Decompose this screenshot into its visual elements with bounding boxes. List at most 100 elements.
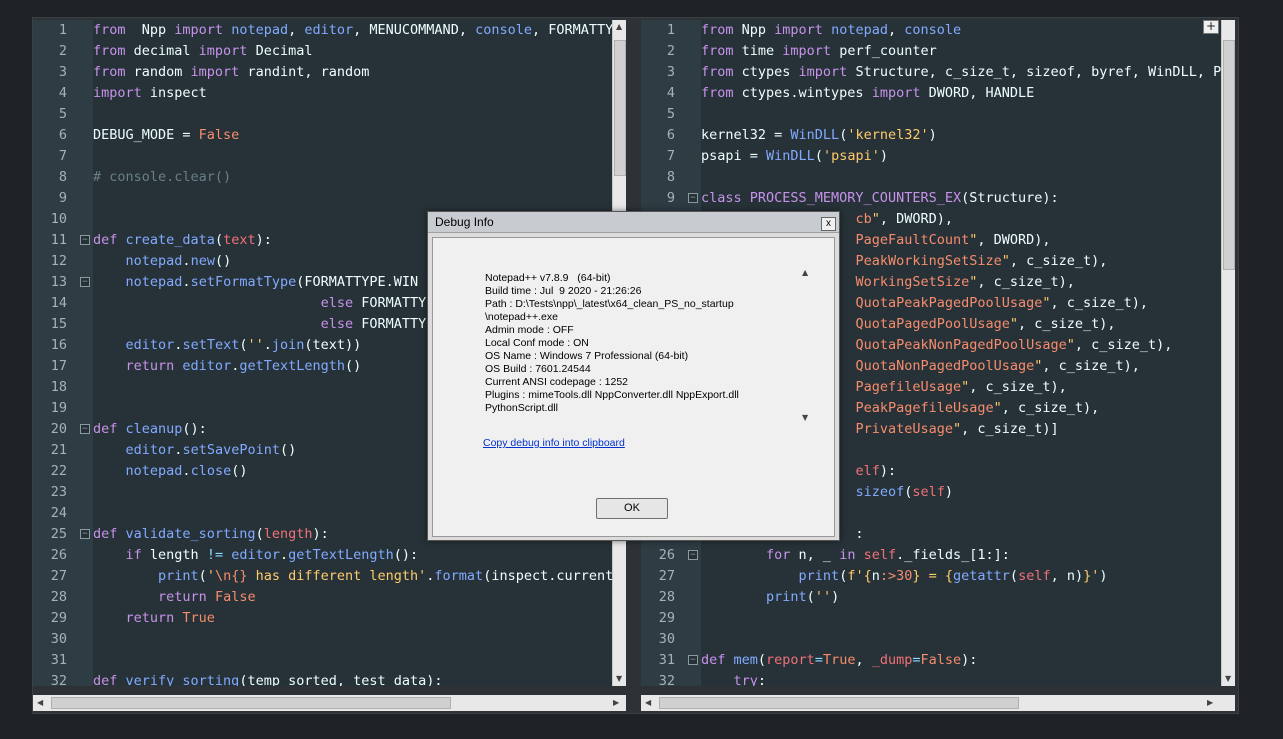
code-line[interactable]: 9 class PROCESS_MEMORY_COUNTERS_EX(Struct… (641, 188, 1221, 209)
code-line[interactable]: 8 (641, 167, 1221, 188)
code-text: from Npp import notepad, console (701, 22, 962, 38)
code-text: return True (125, 610, 215, 626)
debug-info-text[interactable]: Notepad++ v7.8.9 (64-bit) Build time : J… (473, 268, 813, 428)
code-line[interactable]: 30 (33, 629, 612, 650)
scroll-up-icon[interactable]: ▲ (802, 268, 808, 277)
code-text: import inspect (93, 85, 207, 101)
code-text: from decimal import Decimal (93, 43, 313, 59)
line-number: 1 (666, 22, 675, 38)
code-line[interactable]: 27 print('\n{} has different length'.for… (33, 566, 612, 587)
code-line[interactable]: 28 return False (33, 587, 612, 608)
code-text: from ctypes import Structure, c_size_t, … (701, 64, 1221, 80)
scroll-up-icon[interactable]: ▲ (616, 22, 622, 31)
info-line: \notepad++.exe (485, 311, 558, 323)
line-number: 12 (50, 253, 67, 269)
info-line: Current ANSI codepage : 1252 (485, 376, 629, 388)
code-line[interactable]: 5 (641, 104, 1221, 125)
scroll-thumb[interactable] (614, 40, 626, 176)
code-line[interactable]: 3 from ctypes import Structure, c_size_t,… (641, 62, 1221, 83)
scroll-left-icon[interactable]: ◀ (645, 698, 651, 707)
code-text: try: (733, 673, 767, 686)
line-number: 28 (658, 589, 675, 605)
scroll-right-icon[interactable]: ▶ (613, 698, 619, 707)
code-line[interactable]: 6 kernel32 = WinDLL('kernel32') (641, 125, 1221, 146)
code-text: def mem(report=True, _dump=False): (701, 652, 978, 668)
code-line[interactable]: 32 try: (641, 671, 1221, 686)
horizontal-scrollbar-right[interactable]: ◀ ▶ (641, 695, 1235, 711)
copy-debug-info-link[interactable]: Copy debug info into clipboard (483, 437, 625, 449)
code-text: print('') (766, 589, 840, 605)
fold-toggle-icon[interactable]: − (688, 655, 698, 665)
ok-button[interactable]: OK (596, 498, 668, 519)
code-line[interactable]: 27 print(f'{n:>30} = {getattr(self, n)}'… (641, 566, 1221, 587)
vertical-scrollbar-right[interactable]: ▼ (1221, 20, 1235, 686)
code-line[interactable]: 3 from random import randint, random (33, 62, 612, 83)
scroll-thumb[interactable] (51, 697, 451, 709)
line-number: 19 (50, 400, 67, 416)
code-line[interactable]: 28 print('') (641, 587, 1221, 608)
code-line[interactable]: 5 (33, 104, 612, 125)
code-line[interactable]: 29 (641, 608, 1221, 629)
code-text: def validate_sorting(length): (93, 526, 329, 542)
fold-toggle-icon[interactable]: − (80, 424, 90, 434)
code-line[interactable]: 31 def mem(report=True, _dump=False): − (641, 650, 1221, 671)
line-number: 13 (50, 274, 67, 290)
code-line[interactable]: 4 import inspect (33, 83, 612, 104)
scroll-right-icon[interactable]: ▶ (1207, 698, 1213, 707)
code-line[interactable]: 9 (33, 188, 612, 209)
fold-toggle-icon[interactable]: − (80, 277, 90, 287)
code-line[interactable]: 7 psapi = WinDLL('psapi') (641, 146, 1221, 167)
scroll-down-icon[interactable]: ▼ (616, 674, 622, 683)
code-line[interactable]: 26 if length != editor.getTextLength(): (33, 545, 612, 566)
code-line[interactable]: 8 # console.clear() (33, 167, 612, 188)
code-line[interactable]: 2 from decimal import Decimal (33, 41, 612, 62)
line-number: 5 (58, 106, 67, 122)
fold-toggle-icon[interactable]: − (80, 235, 90, 245)
line-number: 3 (58, 64, 67, 80)
add-view-button[interactable]: + (1203, 20, 1219, 34)
code-text: # console.clear() (93, 169, 232, 185)
fold-toggle-icon[interactable]: − (80, 529, 90, 539)
line-number: 8 (58, 169, 67, 185)
info-line: Path : D:\Tests\npp\_latest\x64_clean_PS… (485, 298, 734, 310)
line-number: 27 (50, 568, 67, 584)
code-line[interactable]: 30 (641, 629, 1221, 650)
info-scrollbar[interactable]: ▲ ▼ (800, 268, 812, 423)
scroll-thumb[interactable] (1223, 40, 1235, 270)
line-number: 30 (50, 631, 67, 647)
code-text: return False (158, 589, 256, 605)
line-number: 9 (666, 190, 675, 206)
code-text: psapi = WinDLL('psapi') (701, 148, 888, 164)
info-line: OS Build : 7601.24544 (485, 363, 591, 375)
code-line[interactable]: 29 return True (33, 608, 612, 629)
code-text: DEBUG_MODE = False (93, 127, 240, 143)
scroll-thumb[interactable] (659, 697, 1019, 709)
code-line[interactable]: 6 DEBUG_MODE = False (33, 125, 612, 146)
code-line[interactable]: 31 (33, 650, 612, 671)
code-line[interactable]: 4 from ctypes.wintypes import DWORD, HAND… (641, 83, 1221, 104)
code-text: def create_data(text): (93, 232, 272, 248)
fold-toggle-icon[interactable]: − (688, 550, 698, 560)
scroll-down-icon[interactable]: ▼ (802, 413, 808, 422)
code-line[interactable]: 26 for n, _ in self._fields_[1:]: − (641, 545, 1221, 566)
code-text: if length != editor.getTextLength(): (125, 547, 419, 563)
fold-toggle-icon[interactable]: − (688, 193, 698, 203)
code-text: else FORMATTYPE. (320, 316, 451, 332)
code-text: from time import perf_counter (701, 43, 937, 59)
scroll-left-icon[interactable]: ◀ (37, 698, 43, 707)
line-number: 4 (666, 85, 675, 101)
line-number: 26 (658, 547, 675, 563)
horizontal-scrollbar-left[interactable]: ◀ ▶ (33, 695, 626, 711)
code-line[interactable]: 32 def verify_sorting(temp_sorted, test_d… (33, 671, 612, 686)
code-text: print('\n{} has different length'.format… (158, 568, 612, 584)
code-line[interactable]: 2 from time import perf_counter (641, 41, 1221, 62)
code-text: return editor.getTextLength() (125, 358, 362, 374)
line-number: 1 (58, 22, 67, 38)
code-text: for n, _ in self._fields_[1:]: (766, 547, 1010, 563)
scroll-down-icon[interactable]: ▼ (1225, 674, 1231, 683)
line-number: 22 (50, 463, 67, 479)
close-button[interactable]: x (821, 217, 836, 231)
code-line[interactable]: 1 from Npp import notepad, console (641, 20, 1221, 41)
code-line[interactable]: 1 from Npp import notepad, editor, MENUCO… (33, 20, 612, 41)
code-line[interactable]: 7 (33, 146, 612, 167)
